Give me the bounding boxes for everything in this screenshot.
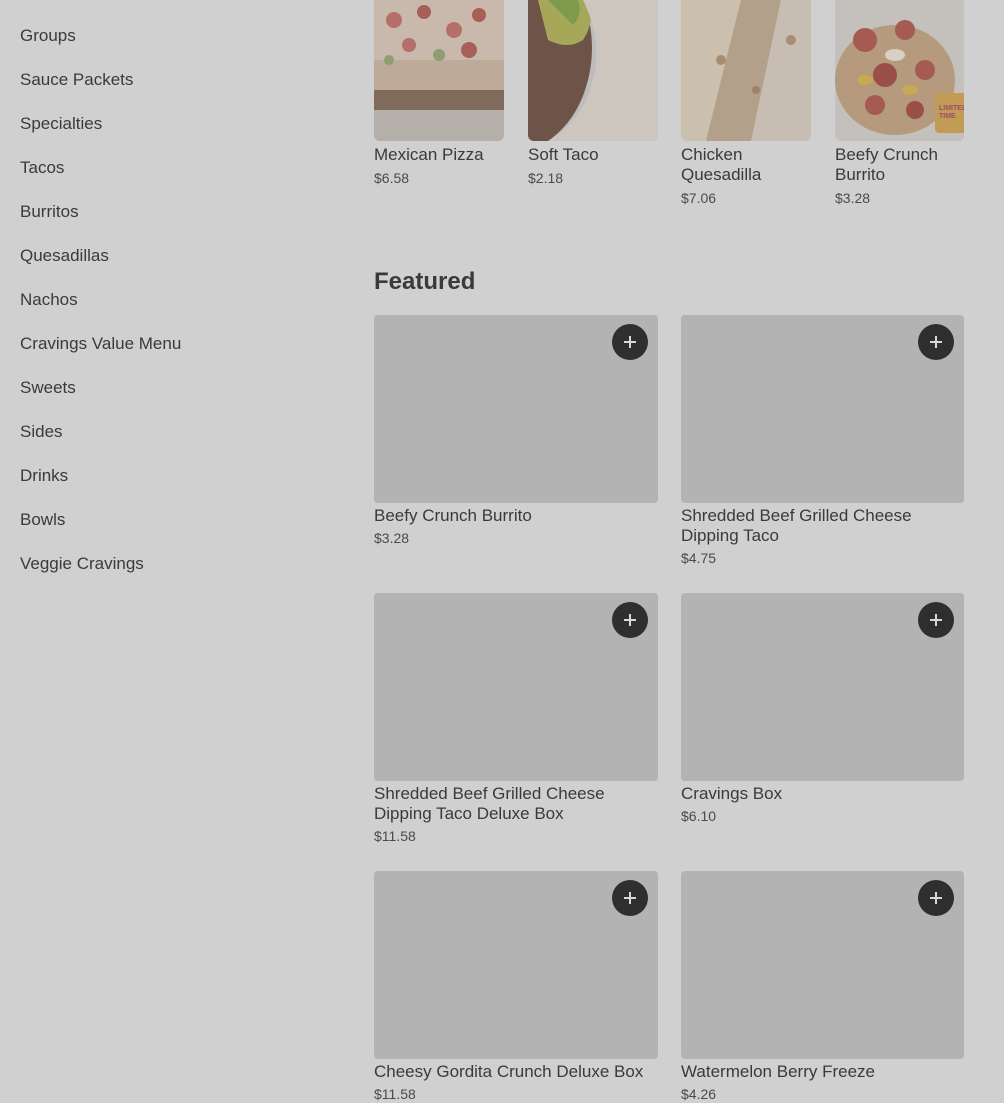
sidebar-item-sweets[interactable]: Sweets: [20, 376, 76, 400]
chicken-quesadilla-image: [681, 0, 811, 141]
plus-icon: [930, 614, 942, 626]
item-price: $11.58: [374, 1086, 416, 1102]
featured-item-card[interactable]: Watermelon Berry Freeze $4.26: [681, 871, 964, 1103]
sidebar-item-sauce-packets[interactable]: Sauce Packets: [20, 68, 133, 92]
item-name: Watermelon Berry Freeze: [681, 1062, 875, 1081]
item-price: $3.28: [835, 190, 871, 206]
sidebar-item-bowls[interactable]: Bowls: [20, 508, 65, 532]
plus-icon: [930, 892, 942, 904]
carousel-item[interactable]: LIMITED TIME Beefy Crunch Burrito $3.28: [835, 0, 964, 207]
item-price: $11.58: [374, 828, 416, 844]
add-to-cart-button[interactable]: [612, 880, 648, 916]
sidebar-item-drinks[interactable]: Drinks: [20, 464, 68, 488]
item-price: $7.06: [681, 190, 717, 206]
featured-item-card[interactable]: Shredded Beef Grilled Cheese Dipping Tac…: [681, 315, 964, 567]
item-name: Chicken Quesadilla: [681, 145, 762, 184]
mexican-pizza-image: [374, 0, 504, 141]
add-to-cart-button[interactable]: [918, 602, 954, 638]
item-image-placeholder: [374, 315, 658, 503]
item-image-placeholder: [681, 593, 964, 781]
item-price: $3.28: [374, 530, 410, 546]
sidebar-item-veggie-cravings[interactable]: Veggie Cravings: [20, 552, 144, 576]
item-name: Cravings Box: [681, 784, 783, 803]
item-image-placeholder: [374, 871, 658, 1059]
sidebar-item-cravings-value-menu[interactable]: Cravings Value Menu: [20, 332, 181, 356]
featured-item-card[interactable]: Cravings Box $6.10: [681, 593, 964, 825]
item-image-placeholder: [681, 871, 964, 1059]
carousel-item[interactable]: Chicken Quesadilla $7.06: [681, 0, 811, 207]
featured-item-card[interactable]: Shredded Beef Grilled Cheese Dipping Tac…: [374, 593, 658, 845]
sidebar-item-specialties[interactable]: Specialties: [20, 112, 102, 136]
beefy-crunch-burrito-image: LIMITED TIME: [835, 0, 964, 141]
add-to-cart-button[interactable]: [918, 324, 954, 360]
featured-item-card[interactable]: Beefy Crunch Burrito $3.28: [374, 315, 658, 547]
sidebar-item-quesadillas[interactable]: Quesadillas: [20, 244, 109, 268]
add-to-cart-button[interactable]: [918, 880, 954, 916]
plus-icon: [930, 336, 942, 348]
item-price: $6.58: [374, 170, 410, 186]
item-price: $6.10: [681, 808, 717, 824]
carousel-item[interactable]: Mexican Pizza $6.58: [374, 0, 504, 187]
sidebar-item-sides[interactable]: Sides: [20, 420, 63, 444]
featured-heading: Featured: [374, 268, 476, 295]
item-name: Mexican Pizza: [374, 145, 484, 164]
plus-icon: [624, 614, 636, 626]
badge-text: LIMITED TIME: [939, 105, 964, 120]
sidebar-item-groups[interactable]: Groups: [20, 24, 76, 48]
add-to-cart-button[interactable]: [612, 602, 648, 638]
sidebar-item-burritos[interactable]: Burritos: [20, 200, 79, 224]
featured-item-card[interactable]: Cheesy Gordita Crunch Deluxe Box $11.58: [374, 871, 658, 1103]
add-to-cart-button[interactable]: [612, 324, 648, 360]
item-image-placeholder: [374, 593, 658, 781]
item-image-placeholder: [681, 315, 964, 503]
item-name: Soft Taco: [528, 145, 599, 164]
carousel-item[interactable]: Soft Taco $2.18: [528, 0, 658, 187]
item-name: Beefy Crunch Burrito: [835, 145, 938, 184]
limited-time-badge: LIMITED TIME: [935, 93, 964, 133]
soft-taco-image: [528, 0, 658, 141]
item-price: $4.75: [681, 550, 717, 566]
sidebar-item-nachos[interactable]: Nachos: [20, 288, 78, 312]
item-name: Shredded Beef Grilled Cheese Dipping Tac…: [374, 784, 605, 823]
item-name: Cheesy Gordita Crunch Deluxe Box: [374, 1062, 644, 1081]
sidebar-item-tacos[interactable]: Tacos: [20, 156, 64, 180]
item-price: $2.18: [528, 170, 564, 186]
item-name: Beefy Crunch Burrito: [374, 506, 532, 525]
item-price: $4.26: [681, 1086, 717, 1102]
item-name: Shredded Beef Grilled Cheese Dipping Tac…: [681, 506, 912, 545]
plus-icon: [624, 892, 636, 904]
popular-items-carousel: Mexican Pizza $6.58 Soft Taco $2.18 Chic…: [374, 0, 964, 230]
plus-icon: [624, 336, 636, 348]
